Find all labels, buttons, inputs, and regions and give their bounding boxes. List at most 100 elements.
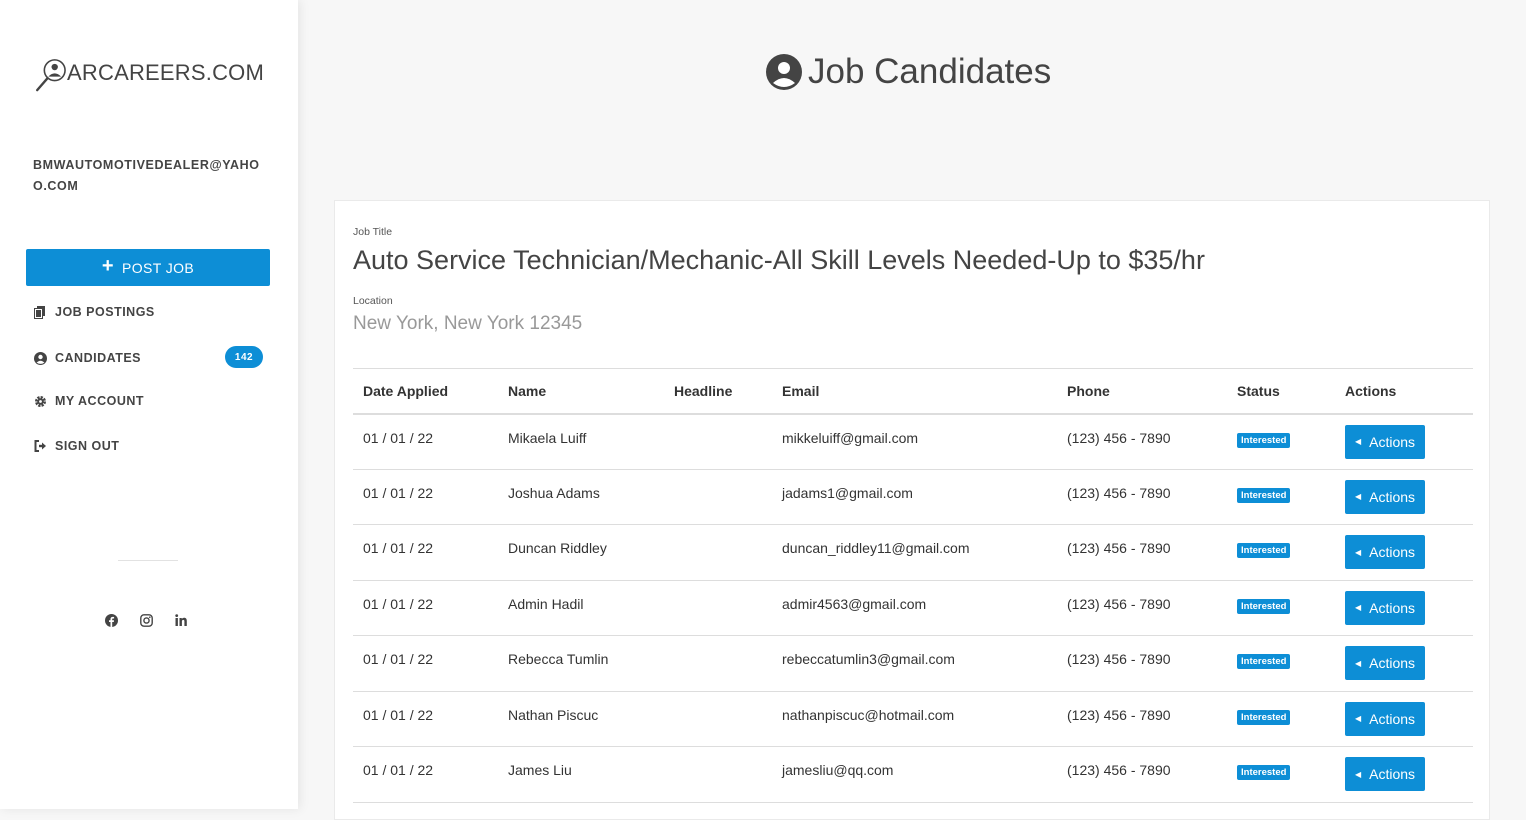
post-job-button[interactable]: + POST JOB: [26, 249, 270, 286]
cell-status: Interested: [1227, 524, 1335, 581]
status-badge: Interested: [1237, 709, 1291, 725]
page-title: Job Candidates: [766, 50, 1051, 94]
column-header-email[interactable]: Email: [772, 368, 1057, 415]
cell-status: Interested: [1227, 746, 1335, 803]
logo-text: ARCAREERS.COM: [67, 60, 264, 85]
cell-name: Nathan Piscuc: [498, 691, 664, 747]
job-candidates-card: Job Title Auto Service Technician/Mechan…: [334, 200, 1490, 820]
actions-label: Actions: [1369, 544, 1416, 560]
cell-date-applied: 01 / 01 / 22: [353, 691, 498, 747]
caret-left-icon: ◀: [1354, 603, 1362, 612]
cell-phone: (123) 456 - 7890: [1057, 691, 1227, 747]
sidebar-item-candidates[interactable]: CANDIDATES 142: [33, 346, 268, 370]
cell-actions: ◀ Actions: [1335, 413, 1473, 470]
job-title: Auto Service Technician/Mechanic-All Ski…: [353, 245, 1205, 275]
cell-actions: ◀ Actions: [1335, 746, 1473, 803]
location-label: Location: [353, 295, 393, 307]
cell-email: admir4563@gmail.com: [772, 580, 1057, 636]
job-title-label: Job Title: [353, 226, 393, 238]
sidebar-item-job-postings[interactable]: JOB POSTINGS: [33, 300, 268, 324]
sidebar-item-label: SIGN OUT: [55, 439, 120, 453]
table-row: 01 / 01 / 22 Nathan Piscuc nathanpiscuc@…: [353, 691, 1473, 747]
column-header-status[interactable]: Status: [1227, 368, 1335, 415]
cell-date-applied: 01 / 01 / 22: [353, 746, 498, 803]
column-header-name[interactable]: Name: [498, 368, 664, 415]
status-badge: Interested: [1237, 487, 1291, 503]
actions-button[interactable]: ◀ Actions: [1345, 701, 1425, 736]
sidebar-item-sign-out[interactable]: SIGN OUT: [33, 434, 268, 458]
table-row: 01 / 01 / 22 Rebecca Tumlin rebeccatumli…: [353, 635, 1473, 692]
user-circle-icon: [766, 54, 802, 90]
cell-email: mikkeluiff@gmail.com: [772, 413, 1057, 470]
magnifier-logo-icon: [35, 59, 66, 92]
caret-left-icon: ◀: [1354, 658, 1362, 668]
cell-phone: (123) 456 - 7890: [1057, 580, 1227, 636]
column-header-headline[interactable]: Headline: [664, 368, 772, 415]
cell-actions: ◀ Actions: [1335, 691, 1473, 747]
cell-name: Duncan Riddley: [498, 524, 664, 581]
cell-headline: [664, 691, 772, 747]
actions-label: Actions: [1369, 599, 1416, 616]
actions-button[interactable]: ◀ Actions: [1345, 424, 1425, 459]
caret-left-icon: ◀: [1354, 492, 1362, 501]
cell-name: Mikaela Luiff: [498, 413, 664, 470]
cell-date-applied: 01 / 01 / 22: [353, 580, 498, 636]
actions-label: Actions: [1369, 710, 1416, 727]
cell-phone: (123) 456 - 7890: [1057, 635, 1227, 692]
status-badge: Interested: [1237, 543, 1291, 558]
cell-phone: (123) 456 - 7890: [1057, 746, 1227, 803]
facebook-icon[interactable]: [104, 613, 118, 627]
cell-name: Rebecca Tumlin: [498, 635, 664, 692]
table-header-row: Date Applied Name Headline Email Phone S…: [353, 368, 1473, 415]
post-job-label: POST JOB: [121, 259, 195, 276]
social-links: [104, 611, 204, 629]
actions-button[interactable]: ◀ Actions: [1345, 479, 1425, 514]
caret-left-icon: ◀: [1354, 437, 1362, 446]
linkedin-icon[interactable]: [174, 613, 188, 627]
actions-label: Actions: [1369, 766, 1416, 782]
cell-date-applied: 01 / 01 / 22: [353, 524, 498, 581]
main-content: Job Candidates Job Title Auto Service Te…: [298, 0, 1526, 820]
cell-status: Interested: [1227, 469, 1335, 525]
cell-date-applied: 01 / 01 / 22: [353, 635, 498, 692]
cell-status: Interested: [1227, 635, 1335, 692]
cell-email: jadams1@gmail.com: [772, 469, 1057, 525]
cell-headline: [664, 635, 772, 692]
cell-headline: [664, 524, 772, 581]
actions-label: Actions: [1369, 433, 1416, 450]
sidebar-item-label: CANDIDATES: [55, 351, 142, 365]
gear-icon: [33, 394, 47, 408]
cell-headline: [664, 746, 772, 803]
status-badge: Interested: [1237, 654, 1291, 669]
job-location: New York, New York 12345: [353, 313, 583, 334]
column-header-phone[interactable]: Phone: [1057, 368, 1227, 415]
column-header-actions: Actions: [1335, 368, 1473, 415]
table-row: 01 / 01 / 22 Mikaela Luiff mikkeluiff@gm…: [353, 413, 1473, 470]
instagram-icon[interactable]: [139, 613, 153, 627]
actions-label: Actions: [1369, 488, 1416, 505]
cell-phone: (123) 456 - 7890: [1057, 469, 1227, 525]
status-badge: Interested: [1237, 432, 1291, 448]
account-email: BMWAUTOMOTIVEDEALER@YAHOO.COM: [33, 158, 260, 193]
caret-left-icon: ◀: [1354, 714, 1362, 723]
sidebar: ARCAREERS.COM BMWAUTOMOTIVEDEALER@YAHOO.…: [0, 0, 298, 809]
cell-name: Joshua Adams: [498, 469, 664, 525]
cell-email: duncan_riddley11@gmail.com: [772, 524, 1057, 581]
table-row: 01 / 01 / 22 Duncan Riddley duncan_riddl…: [353, 524, 1473, 581]
actions-button[interactable]: ◀ Actions: [1345, 757, 1425, 791]
cell-date-applied: 01 / 01 / 22: [353, 469, 498, 525]
page-title-text: Job Candidates: [808, 52, 1052, 91]
cell-status: Interested: [1227, 413, 1335, 470]
cell-headline: [664, 413, 772, 470]
cell-date-applied: 01 / 01 / 22: [353, 413, 498, 470]
table-row: 01 / 01 / 22 Joshua Adams jadams1@gmail.…: [353, 469, 1473, 525]
sidebar-item-label: MY ACCOUNT: [55, 394, 145, 408]
column-header-date-applied[interactable]: Date Applied: [353, 368, 498, 415]
actions-button[interactable]: ◀ Actions: [1345, 590, 1425, 625]
sidebar-item-my-account[interactable]: MY ACCOUNT: [33, 389, 268, 413]
logo[interactable]: ARCAREERS.COM: [34, 51, 264, 99]
actions-button[interactable]: ◀ Actions: [1345, 646, 1425, 680]
candidates-table: Date Applied Name Headline Email Phone S…: [353, 368, 1473, 803]
table-row: 01 / 01 / 22 James Liu jamesliu@qq.com (…: [353, 746, 1473, 803]
actions-button[interactable]: ◀ Actions: [1345, 535, 1425, 569]
